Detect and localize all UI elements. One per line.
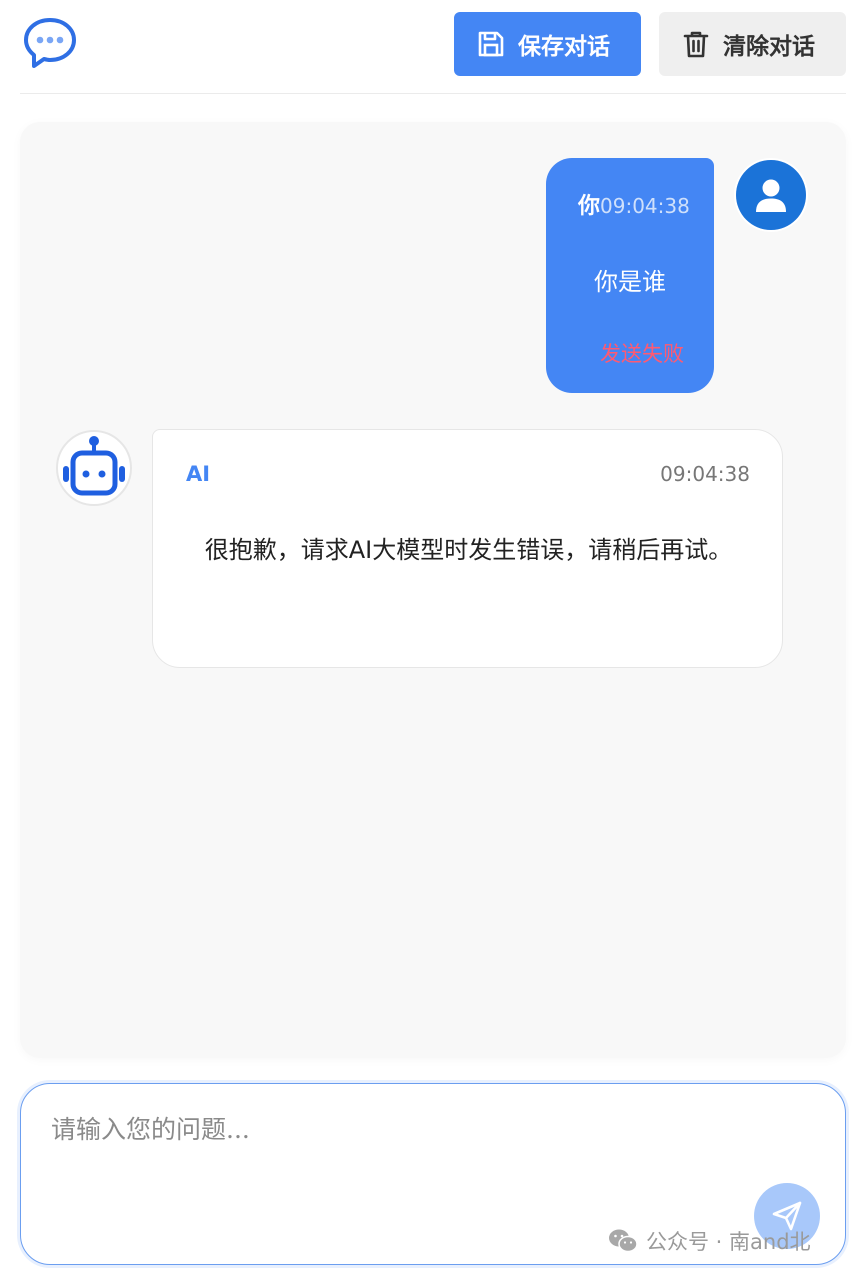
user-message-text: 你是谁: [594, 268, 666, 296]
clear-conversation-button[interactable]: 清除对话: [659, 12, 846, 76]
user-message-bubble: 你09:04:38 你是谁 发送失败: [546, 158, 714, 393]
user-icon: [756, 179, 786, 212]
header: 保存对话 清除对话: [20, 0, 846, 94]
watermark-text: 公众号 · 南and北: [646, 1230, 811, 1254]
message-input[interactable]: [51, 1110, 751, 1220]
save-conversation-button[interactable]: 保存对话: [454, 12, 641, 76]
send-failed-status[interactable]: 发送失败: [600, 338, 684, 368]
ai-message-time: 09:04:38: [660, 462, 750, 486]
user-avatar: [734, 158, 808, 232]
floppy-disk-icon: [476, 29, 506, 59]
trash-icon: [681, 29, 711, 59]
chat-bubble-icon: [22, 16, 78, 70]
watermark: 公众号 · 南and北: [608, 1226, 811, 1256]
ai-avatar: [56, 430, 132, 506]
clear-conversation-label: 清除对话: [723, 34, 815, 60]
save-conversation-label: 保存对话: [518, 34, 610, 60]
ai-message-text: 很抱歉，请求AI大模型时发生错误，请稍后再试。: [204, 536, 733, 564]
user-message-time: 09:04:38: [600, 194, 690, 218]
wechat-icon: [608, 1228, 638, 1254]
chat-message-list[interactable]: 你09:04:38 你是谁 发送失败 AI 09:04:38 很抱歉，请求AI大…: [20, 122, 846, 1058]
user-message-sender: 你: [578, 194, 601, 219]
ai-message-bubble: AI 09:04:38 很抱歉，请求AI大模型时发生错误，请稍后再试。: [152, 429, 783, 668]
robot-icon: [63, 436, 125, 496]
user-message-meta: 你09:04:38: [578, 188, 690, 220]
ai-message-sender: AI: [186, 462, 211, 486]
